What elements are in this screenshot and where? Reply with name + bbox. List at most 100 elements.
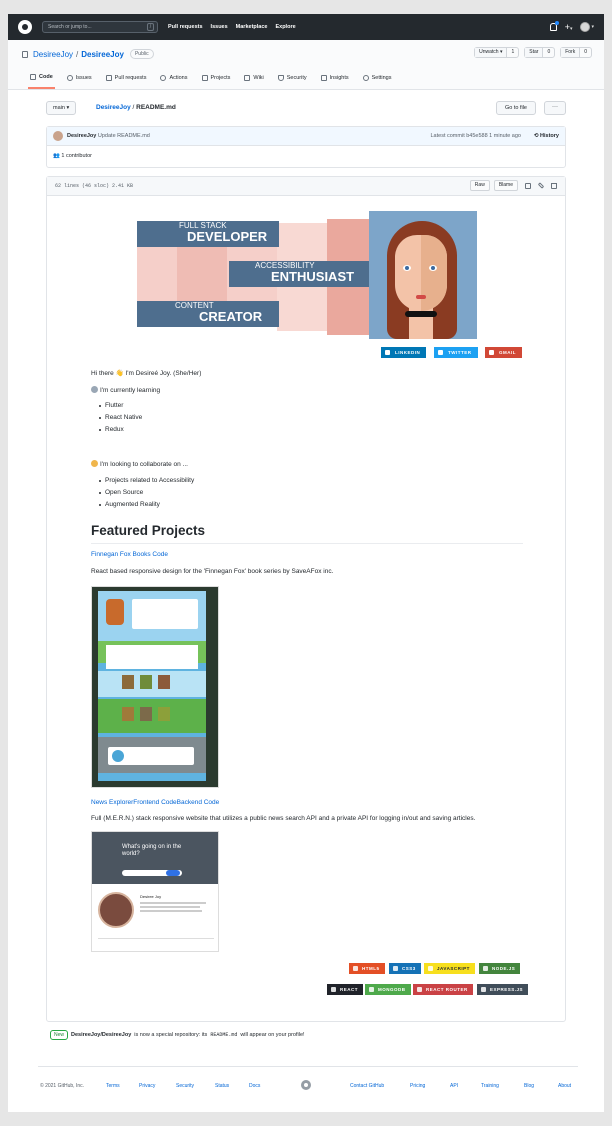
- tab-label: Settings: [371, 75, 392, 81]
- tab-label: Actions: [169, 75, 188, 81]
- footer-avatar: [112, 750, 124, 762]
- github-footer-logo-icon[interactable]: [301, 1080, 311, 1090]
- fork-count[interactable]: 0: [580, 48, 591, 57]
- portrait-lips: [416, 295, 426, 299]
- footer-about-link[interactable]: About: [558, 1083, 571, 1089]
- footer-blog-link[interactable]: Blog: [524, 1083, 534, 1089]
- footer-pricing-link[interactable]: Pricing: [410, 1083, 425, 1089]
- raw-button[interactable]: Raw: [469, 180, 490, 191]
- repo-name-link[interactable]: DesireeJoy: [81, 50, 124, 59]
- blame-button[interactable]: Blame: [493, 180, 518, 191]
- tab-wiki[interactable]: Wiki: [242, 74, 265, 89]
- branch-select-button[interactable]: main ▾: [46, 101, 77, 115]
- search-input[interactable]: Search or jump to... /: [42, 21, 158, 33]
- backend-code-link[interactable]: Backend Code: [177, 799, 220, 806]
- list-item: React Native: [99, 414, 142, 426]
- nav-marketplace[interactable]: Marketplace: [236, 24, 268, 30]
- linkedin-badge[interactable]: LINKEDIN: [381, 347, 427, 358]
- commit-message: DesireeJoy Update README.md: [67, 133, 150, 139]
- footer-api-link[interactable]: API: [450, 1083, 458, 1089]
- global-header: Search or jump to... / Pull requests Iss…: [8, 14, 604, 40]
- trash-icon[interactable]: [551, 182, 557, 189]
- repo-owner-link[interactable]: DesireeJoy: [33, 50, 73, 59]
- tab-code[interactable]: Code: [28, 74, 55, 89]
- special-repo-name[interactable]: DesireeJoy/DesireeJoy: [71, 1032, 131, 1038]
- finnegan-fox-screenshot[interactable]: [91, 586, 219, 788]
- nav-pull-requests[interactable]: Pull requests: [168, 24, 203, 30]
- more-options-button[interactable]: ···: [544, 101, 566, 115]
- react-badge[interactable]: REACT: [327, 984, 363, 995]
- list-item: Redux: [99, 426, 142, 438]
- footer-divider: [98, 938, 214, 939]
- notifications-bell-icon[interactable]: [549, 21, 559, 31]
- footer-privacy-link[interactable]: Privacy: [139, 1083, 155, 1089]
- expressjs-badge[interactable]: EXPRESS.JS: [477, 984, 529, 995]
- desktop-icon[interactable]: [525, 182, 531, 189]
- author-avatar[interactable]: [53, 131, 63, 141]
- frontend-code-link[interactable]: Frontend Code: [133, 799, 176, 806]
- repo-separator: /: [76, 49, 79, 59]
- footer-terms-link[interactable]: Terms: [106, 1083, 120, 1089]
- pencil-icon[interactable]: [537, 182, 545, 189]
- code-icon: [30, 74, 36, 80]
- create-new-menu[interactable]: +▾: [565, 22, 573, 32]
- portrait-eye: [429, 265, 437, 271]
- tab-issues[interactable]: Issues: [65, 74, 94, 89]
- list-item: Augmented Reality: [99, 501, 194, 513]
- contributors-link[interactable]: 👥 1 contributor: [53, 153, 92, 159]
- book-cover: [158, 675, 170, 689]
- file-navigation: main ▾ DesireeJoy / README.md Go to file…: [46, 101, 566, 115]
- javascript-badge[interactable]: JAVASCRIPT: [424, 963, 475, 974]
- star-count[interactable]: 0: [543, 48, 554, 57]
- nav-issues[interactable]: Issues: [211, 24, 228, 30]
- list-item: Open Source: [99, 489, 194, 501]
- html5-badge[interactable]: HTML5: [349, 963, 385, 974]
- user-menu[interactable]: ▾: [580, 22, 594, 32]
- github-logo-icon[interactable]: [18, 20, 32, 34]
- book-cover: [158, 707, 170, 721]
- mongodb-badge[interactable]: MONGODB: [365, 984, 411, 995]
- gmail-badge[interactable]: GMAIL: [485, 347, 522, 358]
- footer-security-link[interactable]: Security: [176, 1083, 194, 1089]
- star-button[interactable]: Star 0: [524, 47, 556, 58]
- footer-status-link[interactable]: Status: [215, 1083, 229, 1089]
- book-cover: [122, 675, 134, 689]
- tab-projects[interactable]: Projects: [200, 74, 233, 89]
- section-card: [106, 645, 198, 669]
- footer-contact-link[interactable]: Contact GitHub: [350, 1083, 384, 1089]
- footer-training-link[interactable]: Training: [481, 1083, 499, 1089]
- latest-commit-info[interactable]: Latest commit b45e588 1 minute ago: [430, 133, 521, 139]
- history-link[interactable]: ⟲ History: [534, 133, 559, 139]
- news-explorer-link[interactable]: News Explorer: [91, 799, 133, 806]
- fork-button[interactable]: Fork 0: [560, 47, 592, 58]
- finnegan-fox-link[interactable]: Finnegan Fox Books Code: [91, 551, 168, 558]
- greeting-text: Hi there 👋 I'm Desireé Joy. (She/Her): [91, 370, 202, 377]
- chevron-down-icon: ▾: [569, 25, 573, 32]
- accessibility-bottom: ENTHUSIAST: [271, 269, 355, 284]
- nav-explore[interactable]: Explore: [275, 24, 295, 30]
- css3-badge[interactable]: CSS3: [389, 963, 421, 974]
- commit-author[interactable]: DesireeJoy: [67, 133, 96, 139]
- news-explorer-screenshot[interactable]: What's going on in the world? Desiree Jo…: [91, 831, 219, 952]
- tab-settings[interactable]: Settings: [361, 74, 394, 89]
- watch-count[interactable]: 1: [507, 48, 518, 57]
- tab-security[interactable]: Security: [276, 74, 309, 89]
- special-text-before: is now a special repository: its: [134, 1032, 208, 1038]
- tab-label: Issues: [75, 75, 92, 81]
- go-to-file-button[interactable]: Go to file: [495, 101, 536, 115]
- unwatch-button[interactable]: Unwatch ▾ 1: [474, 47, 520, 58]
- tab-insights[interactable]: Insights: [319, 74, 351, 89]
- commit-text[interactable]: Update README.md: [98, 133, 150, 139]
- footer-docs-link[interactable]: Docs: [249, 1083, 260, 1089]
- hero-card: [132, 599, 198, 629]
- react-router-badge[interactable]: REACT ROUTER: [413, 984, 473, 995]
- tab-actions[interactable]: Actions: [158, 74, 189, 89]
- breadcrumb-repo-link[interactable]: DesireeJoy: [96, 104, 131, 111]
- nodejs-badge[interactable]: NODE.JS: [479, 963, 521, 974]
- shield-icon: [277, 75, 284, 81]
- twitter-badge[interactable]: TWITTER: [434, 347, 478, 358]
- latest-commit-box: DesireeJoy Update README.md Latest commi…: [46, 126, 566, 168]
- project2-description: Full (M.E.R.N.) stack responsive website…: [91, 815, 476, 822]
- portrait-choker: [405, 311, 437, 317]
- tab-pull-requests[interactable]: Pull requests: [104, 74, 149, 89]
